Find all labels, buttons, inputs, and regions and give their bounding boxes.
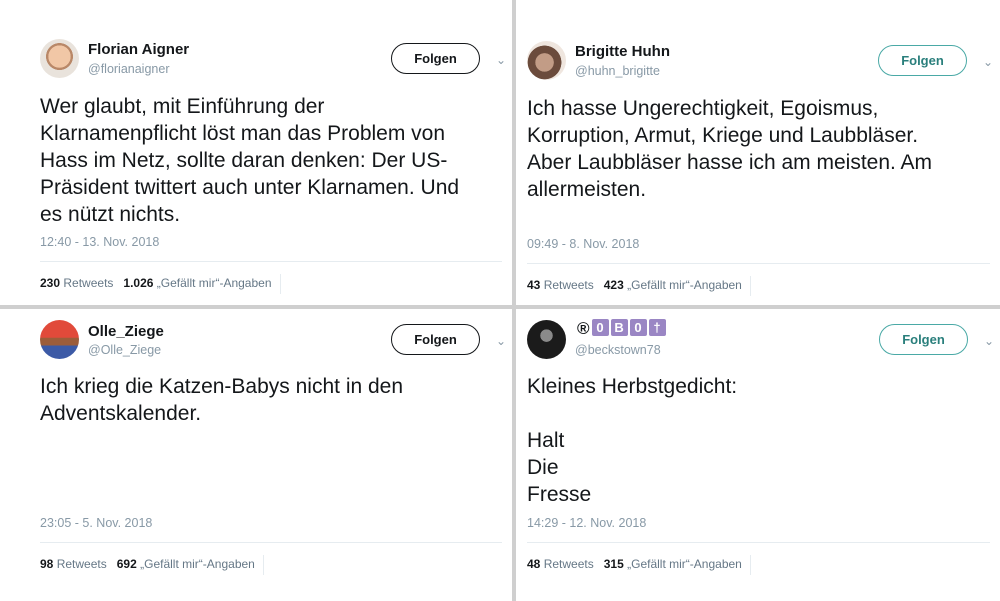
tweet-stats: 230 Retweets 1.026 „Gefällt mir“-Angaben: [40, 274, 281, 294]
tweet-text: Wer glaubt, mit Einführung der Klarnamen…: [40, 95, 460, 226]
tweet-text: Kleines Herbstgedicht: Halt Die Fresse: [527, 375, 738, 506]
divider: [40, 261, 502, 262]
divider: [527, 263, 990, 264]
tweet-timestamp[interactable]: 12:40 - 13. Nov. 2018: [40, 235, 159, 249]
author-handle[interactable]: @florianaigner: [88, 62, 169, 76]
likes-count: 1.026: [123, 276, 154, 291]
name-badge: 0: [591, 319, 609, 336]
retweets-label: Retweets: [63, 276, 114, 291]
follow-button[interactable]: Folgen: [391, 324, 480, 355]
divider: [527, 542, 990, 543]
tweet-stats: 48 Retweets 315 „Gefällt mir“-Angaben: [527, 555, 751, 575]
retweets-stat[interactable]: 43 Retweets: [527, 278, 594, 292]
avatar[interactable]: [40, 320, 79, 359]
stats-separator: [262, 555, 264, 575]
avatar[interactable]: [40, 39, 79, 78]
tweet-card: ® 0 B 0 † @beckstown78 Folgen ⌄ Kleines …: [516, 309, 1000, 601]
cross-badge: †: [648, 319, 666, 336]
follow-button[interactable]: Folgen: [879, 324, 968, 355]
stats-separator: [279, 274, 281, 294]
name-badge: 0: [629, 319, 647, 336]
name-badges: ® 0 B 0 †: [577, 319, 666, 339]
likes-count: 315: [603, 557, 624, 572]
likes-stat[interactable]: 692 „Gefällt mir“-Angaben: [117, 557, 255, 571]
likes-label: „Gefällt mir“-Angaben: [627, 557, 742, 572]
chevron-down-icon[interactable]: ⌄: [981, 55, 995, 69]
chevron-down-icon[interactable]: ⌄: [982, 334, 996, 348]
tweet-card: Brigitte Huhn @huhn_brigitte Folgen ⌄ Ic…: [516, 0, 1000, 305]
likes-stat[interactable]: 1.026 „Gefällt mir“-Angaben: [123, 276, 271, 290]
likes-count: 423: [603, 278, 624, 293]
tweet-card: Olle_Ziege @Olle_Ziege Folgen ⌄ Ich krie…: [0, 309, 512, 601]
retweets-stat[interactable]: 230 Retweets: [40, 276, 113, 290]
retweets-label: Retweets: [543, 278, 594, 293]
tweet-text: Ich krieg die Katzen-Babys nicht in den …: [40, 375, 404, 425]
likes-stat[interactable]: 315 „Gefällt mir“-Angaben: [604, 557, 742, 571]
retweets-count: 43: [527, 278, 541, 293]
author-name[interactable]: Olle_Ziege: [88, 323, 164, 340]
author-handle[interactable]: @beckstown78: [575, 343, 661, 357]
tweet-timestamp[interactable]: 09:49 - 8. Nov. 2018: [527, 237, 639, 251]
likes-label: „Gefällt mir“-Angaben: [156, 276, 272, 291]
likes-label: „Gefällt mir“-Angaben: [627, 278, 742, 293]
author-name[interactable]: Florian Aigner: [88, 41, 189, 58]
stats-separator: [749, 276, 751, 296]
author-name[interactable]: ® 0 B 0 †: [575, 319, 666, 339]
tweet-text: Ich hasse Ungerechtigkeit, Egoismus, Kor…: [527, 97, 933, 201]
stats-separator: [749, 555, 751, 575]
retweets-label: Retweets: [56, 557, 107, 572]
author-handle[interactable]: @Olle_Ziege: [88, 343, 161, 357]
tweet-card: Florian Aigner @florianaigner Folgen ⌄ W…: [0, 0, 512, 305]
retweets-count: 230: [40, 276, 61, 291]
divider: [40, 542, 502, 543]
likes-stat[interactable]: 423 „Gefällt mir“-Angaben: [604, 278, 742, 292]
tweet-stats: 98 Retweets 692 „Gefällt mir“-Angaben: [40, 555, 264, 575]
chevron-down-icon[interactable]: ⌄: [494, 334, 508, 348]
likes-label: „Gefällt mir“-Angaben: [140, 557, 255, 572]
name-badge: B: [610, 319, 628, 336]
author-handle[interactable]: @huhn_brigitte: [575, 64, 660, 78]
chevron-down-icon[interactable]: ⌄: [494, 53, 508, 67]
follow-button[interactable]: Folgen: [391, 43, 480, 74]
retweets-count: 98: [40, 557, 54, 572]
retweets-stat[interactable]: 98 Retweets: [40, 557, 107, 571]
retweets-stat[interactable]: 48 Retweets: [527, 557, 594, 571]
follow-button[interactable]: Folgen: [878, 45, 967, 76]
tweet-timestamp[interactable]: 14:29 - 12. Nov. 2018: [527, 516, 646, 530]
tweet-stats: 43 Retweets 423 „Gefällt mir“-Angaben: [527, 276, 751, 296]
avatar[interactable]: [527, 320, 566, 359]
registered-badge: ®: [577, 319, 590, 338]
retweets-count: 48: [527, 557, 541, 572]
retweets-label: Retweets: [543, 557, 594, 572]
tweet-timestamp[interactable]: 23:05 - 5. Nov. 2018: [40, 516, 152, 530]
avatar[interactable]: [527, 41, 566, 80]
likes-count: 692: [116, 557, 137, 572]
author-name[interactable]: Brigitte Huhn: [575, 43, 670, 60]
